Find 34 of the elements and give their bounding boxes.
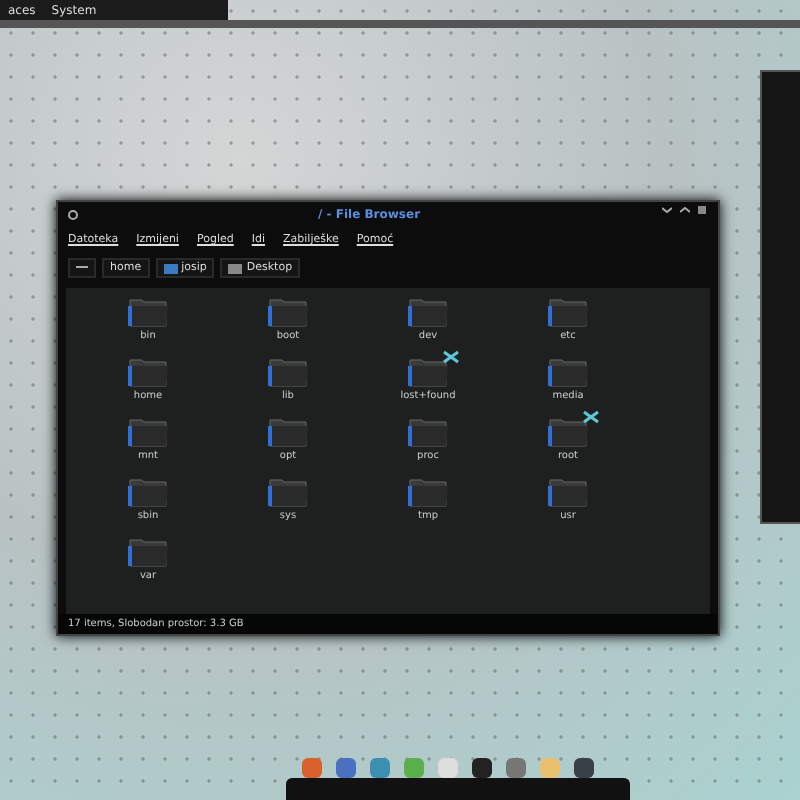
app-icon[interactable]	[470, 756, 494, 780]
folder-icon	[406, 296, 450, 328]
folder-icon	[266, 416, 310, 448]
folder-icon	[406, 416, 450, 448]
app-icon[interactable]	[538, 756, 562, 780]
folder-icon	[406, 356, 450, 388]
folder-icon	[546, 296, 590, 328]
maximize-icon[interactable]	[680, 206, 690, 214]
app-icon[interactable]	[436, 756, 460, 780]
folder-icon	[266, 296, 310, 328]
path-toggle-button[interactable]	[68, 258, 96, 278]
minimize-icon[interactable]	[662, 206, 672, 214]
folder-icon	[126, 476, 170, 508]
app-icon[interactable]	[504, 756, 528, 780]
x-emblem-icon	[582, 410, 600, 424]
app-icon[interactable]	[402, 756, 426, 780]
app-icon[interactable]	[572, 756, 596, 780]
folder-icon	[126, 356, 170, 388]
dash-icon	[76, 266, 88, 270]
x-emblem-icon	[442, 350, 460, 364]
folder-icon	[266, 356, 310, 388]
folder-icon	[126, 536, 170, 568]
folder-icon	[126, 296, 170, 328]
folder-icon	[546, 416, 590, 448]
folder-icon	[266, 476, 310, 508]
app-icon[interactable]	[368, 756, 392, 780]
folder-icon	[546, 356, 590, 388]
user-folder-icon	[163, 263, 178, 273]
folder-icon	[546, 476, 590, 508]
desktop-folder-icon	[228, 263, 243, 273]
app-icon[interactable]	[300, 756, 324, 780]
app-icon[interactable]	[334, 756, 358, 780]
folder-icon	[126, 416, 170, 448]
folder-icon	[406, 476, 450, 508]
